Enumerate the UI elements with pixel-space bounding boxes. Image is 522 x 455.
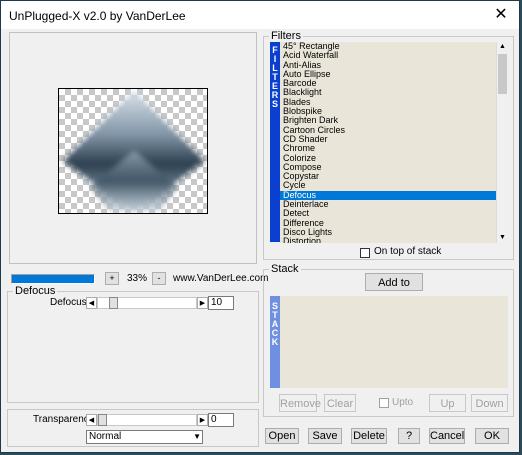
zoom-out-button[interactable]: - <box>152 272 166 285</box>
transparency-slider-thumb[interactable] <box>98 414 107 426</box>
up-button[interactable]: Up <box>429 394 466 412</box>
filter-list-item[interactable]: Defocus <box>280 190 496 201</box>
on-top-label: On top of stack <box>374 246 442 257</box>
save-button[interactable]: Save <box>308 428 342 444</box>
transparency-slider[interactable] <box>97 414 197 426</box>
params-group: Defocus Defocus ◀ ▶ 10 <box>7 285 259 403</box>
scroll-down-icon[interactable]: ▼ <box>497 233 508 243</box>
upto-label: Upto <box>392 397 414 408</box>
filters-list[interactable]: 45° Rectangle Acid Waterfall Anti-Alias Aut… <box>280 42 496 243</box>
filters-group-label: Filters <box>269 30 303 42</box>
open-button[interactable]: Open <box>265 428 299 444</box>
defocus-slider[interactable] <box>97 297 197 309</box>
transparency-increase-arrow[interactable]: ▶ <box>197 414 208 426</box>
preview-panel[interactable] <box>9 32 257 264</box>
title-bar[interactable]: UnPlugged-X v2.0 by VanDerLee ✕ <box>1 1 519 29</box>
plugin-window: UnPlugged-X v2.0 by VanDerLee ✕ + 33% - … <box>0 0 520 453</box>
scrollbar-thumb[interactable] <box>498 54 507 94</box>
defocus-decrease-arrow[interactable]: ◀ <box>86 297 97 309</box>
filter-list-item[interactable]: Anti-Alias <box>280 61 496 70</box>
filter-list-item[interactable]: Cycle <box>280 181 496 190</box>
stack-list[interactable] <box>280 296 508 388</box>
filter-list-item[interactable]: Barcode <box>280 79 496 88</box>
filter-list-item[interactable]: Compose <box>280 163 496 172</box>
defocus-slider-thumb[interactable] <box>109 297 118 309</box>
filter-list-item[interactable]: Colorize <box>280 154 496 163</box>
filter-list-item[interactable]: Blacklight <box>280 88 496 97</box>
filter-list-item[interactable]: Difference <box>280 219 496 228</box>
stack-tab-label: S T A C K <box>271 301 279 347</box>
preview-image[interactable] <box>58 88 208 214</box>
clear-button[interactable]: Clear <box>324 394 356 412</box>
down-button[interactable]: Down <box>471 394 508 412</box>
filters-group: Filters F I L T E R S 45° Rectangle Acid … <box>263 30 514 260</box>
defocus-value-field[interactable]: 10 <box>208 296 234 310</box>
filter-list-item[interactable]: Auto Ellipse <box>280 70 496 79</box>
blend-group: Transparency ◀ ▶ 0 Normal ▼ <box>7 409 259 447</box>
stack-tab[interactable]: S T A C K <box>270 296 280 388</box>
filters-tab[interactable]: F I L T E R S <box>270 42 280 242</box>
filter-list-item[interactable]: Cartoon Circles <box>280 126 496 135</box>
blend-mode-select[interactable]: Normal ▼ <box>86 430 203 444</box>
filter-list-item[interactable]: Detect <box>280 209 496 218</box>
window-title: UnPlugged-X v2.0 by VanDerLee <box>9 9 186 23</box>
filter-list-item[interactable]: Acid Waterfall <box>280 51 496 60</box>
filter-list-item[interactable]: Brighten Dark <box>280 116 496 125</box>
remove-button[interactable]: Remove <box>279 394 321 412</box>
filters-tab-label: F I L T E R S <box>271 45 279 109</box>
website-link[interactable]: www.VanDerLee.com <box>173 273 268 284</box>
defocus-label: Defocus <box>50 297 87 308</box>
filter-list-item[interactable]: Distortion <box>280 237 496 243</box>
filter-list-item[interactable]: Disco Lights <box>280 228 496 237</box>
help-button[interactable]: ? <box>398 428 420 444</box>
transparency-value-field[interactable]: 0 <box>208 413 234 427</box>
filter-list-item[interactable]: Chrome <box>280 144 496 153</box>
filter-list-item[interactable]: Copystar <box>280 172 496 181</box>
chevron-down-icon[interactable]: ▼ <box>193 431 201 443</box>
transparency-decrease-arrow[interactable]: ◀ <box>86 414 97 426</box>
on-top-checkbox[interactable] <box>360 248 370 258</box>
progress-fill <box>12 275 94 283</box>
zoom-in-button[interactable]: + <box>105 272 119 285</box>
upto-checkbox[interactable] <box>379 398 389 408</box>
filter-list-item[interactable]: 45° Rectangle <box>280 42 496 51</box>
params-group-label: Defocus <box>13 285 58 297</box>
filter-list-item[interactable]: CD Shader <box>280 135 496 144</box>
cancel-button[interactable]: Cancel <box>429 428 465 444</box>
close-icon[interactable]: ✕ <box>491 5 511 25</box>
add-to-stack-button[interactable]: Add to stack <box>365 273 423 307</box>
filter-list-item[interactable]: Deinterlace <box>280 200 496 209</box>
delete-button[interactable]: Delete <box>351 428 387 444</box>
blend-mode-value: Normal <box>89 431 122 442</box>
stack-group: Stack Add to stack S T A C K Remove Clea… <box>263 263 514 417</box>
transparency-label: Transparency <box>33 414 94 425</box>
scroll-up-icon[interactable]: ▲ <box>497 42 508 52</box>
ok-button[interactable]: OK <box>475 428 509 444</box>
defocus-increase-arrow[interactable]: ▶ <box>197 297 208 309</box>
preview-shape <box>63 91 205 213</box>
filters-scrollbar[interactable]: ▲ ▼ <box>496 42 508 243</box>
zoom-level: 33% <box>127 273 148 284</box>
filter-list-item[interactable]: Blobspike <box>280 107 496 116</box>
progress-bar <box>11 274 95 284</box>
filter-list-item[interactable]: Blades <box>280 98 496 107</box>
stack-group-label: Stack <box>269 263 301 275</box>
